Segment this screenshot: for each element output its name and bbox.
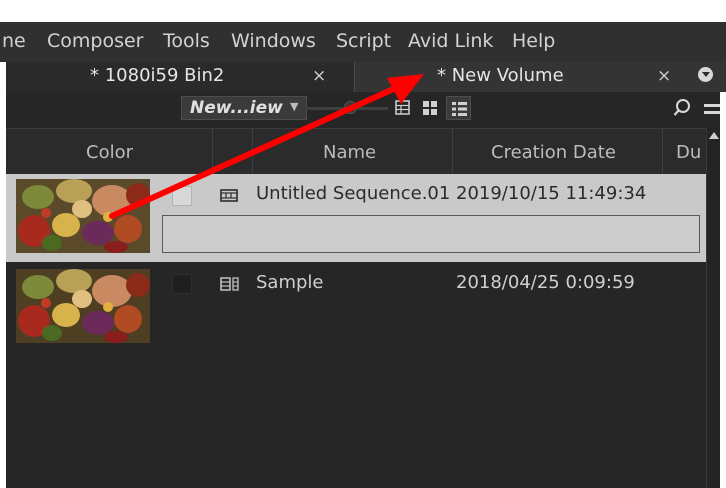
menu-item-windows[interactable]: Windows xyxy=(231,30,316,52)
tab-close-button[interactable]: × xyxy=(312,66,326,86)
row-checkbox[interactable] xyxy=(172,274,192,294)
row-checkbox[interactable] xyxy=(172,186,192,206)
menu-item-script[interactable]: Script xyxy=(336,30,391,52)
frame-view-button[interactable] xyxy=(390,96,415,120)
menu-item-partial[interactable]: ne xyxy=(2,30,26,52)
table-row[interactable]: Untitled Sequence.01 2019/10/15 11:49:34 xyxy=(6,174,706,262)
bin-view-select-value: New...iew xyxy=(190,98,283,118)
tab-label: * 1080i59 Bin2 xyxy=(90,65,225,86)
clip-creation-date: 2019/10/15 11:49:34 xyxy=(456,183,647,204)
film-clip-icon xyxy=(220,276,240,291)
menu-item-avid-link[interactable]: Avid Link xyxy=(408,30,493,52)
column-header-name[interactable]: Name xyxy=(253,129,453,174)
table-row[interactable]: Sample 2018/04/25 0:09:59 xyxy=(6,262,706,350)
column-header-duration[interactable]: Du xyxy=(663,129,706,174)
clip-thumbnail[interactable] xyxy=(16,269,150,343)
clip-creation-date: 2018/04/25 0:09:59 xyxy=(456,272,635,293)
clip-name[interactable]: Sample xyxy=(256,272,324,293)
chevron-down-icon: ▼ xyxy=(290,100,299,113)
frame-view-icon xyxy=(395,100,410,115)
tab-close-button[interactable]: × xyxy=(657,66,671,86)
film-sequence-icon xyxy=(220,187,240,202)
bin-view-select[interactable]: New...iew ▼ xyxy=(181,96,307,120)
tab-bar: * 1080i59 Bin2 × * New Volume × xyxy=(6,62,726,92)
tab-new-volume[interactable]: * New Volume × xyxy=(354,62,726,92)
menu-item-tools[interactable]: Tools xyxy=(163,30,210,52)
tab-1080i59-bin2[interactable]: * 1080i59 Bin2 × xyxy=(6,62,350,92)
window-right-border xyxy=(720,92,726,488)
list-view-icon xyxy=(452,102,467,116)
grid-view-icon xyxy=(423,101,437,115)
clip-name[interactable]: Untitled Sequence.01 xyxy=(256,183,450,204)
menu-item-composer[interactable]: Composer xyxy=(47,30,143,52)
column-header-blank[interactable] xyxy=(213,129,253,174)
search-icon xyxy=(673,99,690,116)
clip-thumbnail[interactable] xyxy=(16,179,150,253)
avid-bin-window: ne Composer Tools Windows Script Avid Li… xyxy=(0,0,726,488)
column-label: Color xyxy=(86,142,133,163)
bin-content: Untitled Sequence.01 2019/10/15 11:49:34 xyxy=(6,174,706,488)
bin-toolbar: New...iew ▼ xyxy=(6,92,726,128)
bin-column-header: Color Name Creation Date Du xyxy=(6,128,706,174)
list-view-button[interactable] xyxy=(446,96,471,120)
panel-menu-icon[interactable] xyxy=(698,67,713,82)
scroll-up-arrow-icon[interactable] xyxy=(709,132,719,139)
clip-rename-input[interactable] xyxy=(162,215,700,253)
thumbnail-size-slider-thumb[interactable] xyxy=(344,101,357,114)
menu-item-help[interactable]: Help xyxy=(512,30,555,52)
menu-bar: ne Composer Tools Windows Script Avid Li… xyxy=(0,22,726,62)
top-strip xyxy=(0,0,726,22)
column-label: Name xyxy=(323,142,377,163)
column-label: Creation Date xyxy=(491,142,616,163)
column-label: Du xyxy=(676,142,702,163)
column-header-color[interactable]: Color xyxy=(6,129,213,174)
column-header-creation-date[interactable]: Creation Date xyxy=(453,129,663,174)
tab-label: * New Volume xyxy=(437,65,564,86)
grid-view-button[interactable] xyxy=(418,96,443,120)
vertical-scrollbar[interactable] xyxy=(706,128,720,488)
search-button[interactable] xyxy=(672,96,694,120)
